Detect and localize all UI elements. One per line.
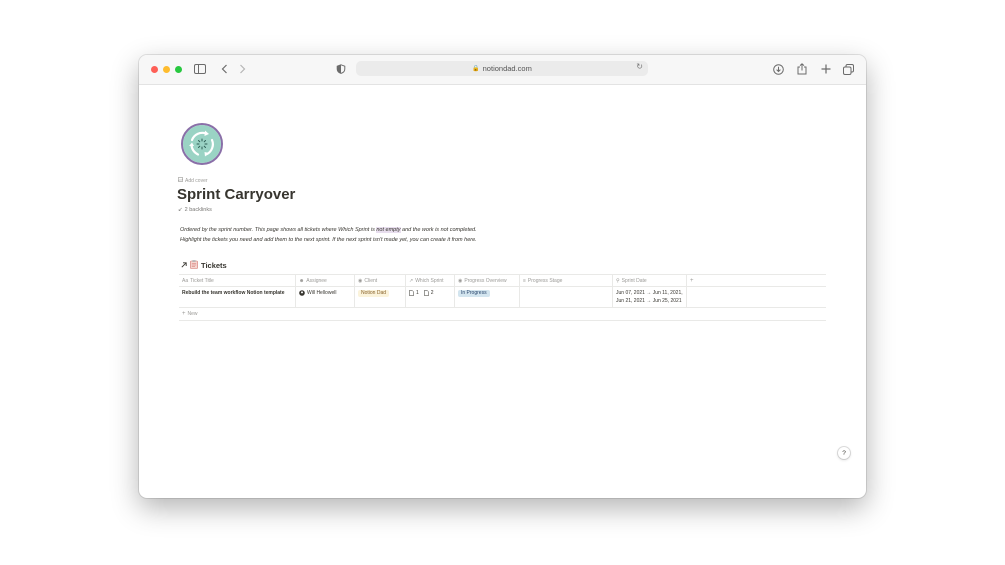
cell-assignee[interactable]: Will Hellowell xyxy=(296,287,355,307)
column-header-progress-overview[interactable]: ◉ Progress Overview xyxy=(455,275,520,286)
text-icon: Aa xyxy=(182,277,189,284)
cell-ticket-title[interactable]: Rebuild the team workflow Notion templat… xyxy=(179,287,296,307)
linked-database-arrow-icon xyxy=(181,261,187,270)
cell-empty xyxy=(687,287,826,307)
browser-toolbar: 🔒 notiondad.com ↻ xyxy=(139,55,866,85)
sprint-cycle-icon xyxy=(183,125,221,163)
cell-client[interactable]: Notion Dad xyxy=(355,287,406,307)
column-header-label: Progress Overview xyxy=(464,277,507,284)
assignee-name: Will Hellowell xyxy=(307,290,337,296)
select-icon: ◉ xyxy=(458,277,463,284)
page-icon xyxy=(409,290,414,298)
back-icon[interactable] xyxy=(221,61,228,77)
page-icon[interactable] xyxy=(181,123,223,165)
description-text: Highlight the tickets you need and add t… xyxy=(180,236,477,243)
page-description: Ordered by the sprint number. This page … xyxy=(180,226,680,245)
sidebar-toggle-icon[interactable] xyxy=(194,61,206,77)
tab-overview-icon[interactable] xyxy=(843,61,854,77)
description-highlight: not empty xyxy=(376,227,401,233)
new-row-button[interactable]: + New xyxy=(179,308,826,321)
database-title[interactable]: Tickets xyxy=(181,260,227,271)
browser-window: 🔒 notiondad.com ↻ Add cover Sprint Carry… xyxy=(139,55,866,498)
search-icon: ⚲ xyxy=(616,277,620,284)
column-header-progress-stage[interactable]: ≡ Progress Stage xyxy=(520,275,613,286)
column-header-label: Progress Stage xyxy=(527,277,563,284)
cell-which-sprint[interactable]: 1 2 xyxy=(406,287,455,307)
description-text: Ordered by the sprint number. This page … xyxy=(180,227,377,233)
backlinks-label: 2 backlinks xyxy=(184,207,212,213)
description-text: and the work is not completed. xyxy=(400,227,477,233)
sprint-link[interactable]: 1 xyxy=(416,290,419,296)
forward-icon[interactable] xyxy=(239,61,246,77)
new-row-label: New xyxy=(187,311,198,317)
column-header-label: Client xyxy=(364,277,378,284)
sprint-link[interactable]: 2 xyxy=(431,290,434,296)
add-cover-label: Add cover xyxy=(185,177,208,184)
plus-icon: + xyxy=(690,277,694,284)
notion-page: Add cover Sprint Carryover ↙ 2 backlinks… xyxy=(139,85,866,498)
multi-select-icon: ≡ xyxy=(523,277,526,284)
column-header-ticket-title[interactable]: Aa Ticket Title xyxy=(179,275,296,286)
database-title-label: Tickets xyxy=(201,261,227,270)
relation-arrow-icon: ↗ xyxy=(409,277,414,284)
image-icon xyxy=(178,177,184,184)
ticket-title-text: Rebuild the team workflow Notion templat… xyxy=(182,290,285,296)
plus-icon: + xyxy=(182,311,186,317)
column-header-label: Sprint Date xyxy=(621,277,647,284)
column-header-label: Ticket Title xyxy=(190,277,214,284)
column-header-client[interactable]: ◉ Client xyxy=(355,275,406,286)
cell-progress-stage[interactable] xyxy=(520,287,613,307)
help-button[interactable]: ? xyxy=(838,447,850,459)
avatar xyxy=(299,290,305,298)
add-cover-button[interactable]: Add cover xyxy=(178,177,208,184)
close-window-button[interactable] xyxy=(151,66,158,73)
client-tag: Notion Dad xyxy=(358,290,390,297)
sprint-date-range: Jun 07, 2021 → Jun 11, 2021, xyxy=(616,290,683,296)
zoom-window-button[interactable] xyxy=(175,66,182,73)
sprint-date-range: Jun 21, 2021 → Jun 25, 2021 xyxy=(616,298,682,304)
progress-tag: In Progress xyxy=(458,290,490,297)
address-url: notiondad.com xyxy=(482,64,532,73)
clipboard-icon xyxy=(190,260,198,271)
column-header-label: Assignee xyxy=(306,277,327,284)
select-icon: ◉ xyxy=(358,277,363,284)
column-header-assignee[interactable]: ☻ Assignee xyxy=(296,275,355,286)
share-icon[interactable] xyxy=(797,61,807,77)
cell-sprint-date[interactable]: Jun 07, 2021 → Jun 11, 2021, Jun 21, 202… xyxy=(613,287,687,307)
column-header-label: Which Sprint xyxy=(415,277,444,284)
table-header-row: Aa Ticket Title ☻ Assignee ◉ Client ↗ Wh… xyxy=(179,274,826,287)
column-header-sprint-date[interactable]: ⚲ Sprint Date xyxy=(613,275,687,286)
backlinks-button[interactable]: ↙ 2 backlinks xyxy=(178,207,212,213)
privacy-shield-icon[interactable] xyxy=(336,61,346,77)
person-icon: ☻ xyxy=(299,277,305,284)
new-tab-icon[interactable] xyxy=(821,61,831,77)
address-bar[interactable]: 🔒 notiondad.com ↻ xyxy=(356,61,648,76)
table-row[interactable]: Rebuild the team workflow Notion templat… xyxy=(179,287,826,308)
column-header-which-sprint[interactable]: ↗ Which Sprint xyxy=(406,275,455,286)
download-icon[interactable] xyxy=(773,61,784,77)
minimize-window-button[interactable] xyxy=(163,66,170,73)
page-icon xyxy=(423,290,429,298)
tickets-table: Aa Ticket Title ☻ Assignee ◉ Client ↗ Wh… xyxy=(179,274,826,321)
backlink-arrow-icon: ↙ xyxy=(178,207,183,213)
add-column-button[interactable]: + xyxy=(687,275,826,286)
help-label: ? xyxy=(842,449,846,457)
cell-progress-overview[interactable]: In Progress xyxy=(455,287,520,307)
reload-icon[interactable]: ↻ xyxy=(636,62,643,71)
page-title[interactable]: Sprint Carryover xyxy=(177,186,295,203)
lock-icon: 🔒 xyxy=(472,66,480,72)
